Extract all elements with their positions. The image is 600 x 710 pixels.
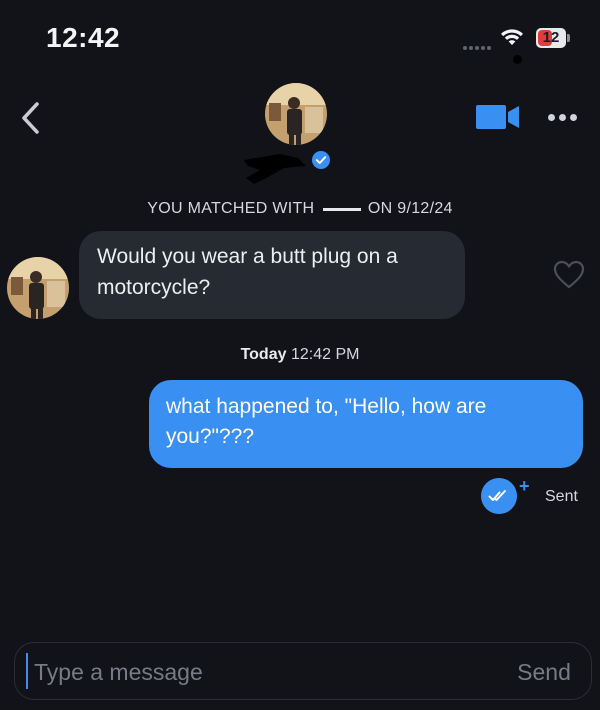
incoming-message-bubble[interactable]: Would you wear a butt plug on a motorcyc… bbox=[79, 231, 465, 319]
status-bar: 12:42 12 bbox=[0, 0, 600, 70]
battery-tip bbox=[567, 34, 570, 42]
match-avatar[interactable] bbox=[265, 83, 327, 145]
plus-icon[interactable]: + bbox=[519, 476, 530, 497]
timestamp-time: 12:42 PM bbox=[290, 346, 360, 363]
heart-icon[interactable] bbox=[553, 260, 585, 290]
match-banner: YOU MATCHED WITH ON 9/12/24 bbox=[0, 200, 600, 218]
status-time: 12:42 bbox=[46, 22, 121, 53]
back-chevron-icon[interactable] bbox=[16, 100, 46, 136]
redacted-match-name bbox=[244, 154, 306, 184]
front-camera bbox=[513, 55, 522, 64]
more-dots-icon[interactable] bbox=[548, 108, 588, 128]
video-camera-icon[interactable] bbox=[476, 102, 520, 132]
incoming-message-text: Would you wear a butt plug on a motorcyc… bbox=[97, 245, 398, 299]
message-timestamp: Today 12:42 PM bbox=[0, 346, 600, 364]
match-banner-suffix: ON 9/12/24 bbox=[367, 200, 453, 217]
outgoing-message-bubble[interactable]: what happened to, "Hello, how are you?"?… bbox=[149, 380, 583, 468]
message-input[interactable] bbox=[34, 654, 474, 690]
cellular-signal-icon bbox=[463, 37, 493, 50]
redacted-name-bar bbox=[319, 201, 364, 216]
incoming-sender-avatar[interactable] bbox=[7, 257, 69, 319]
battery-level: 12 bbox=[542, 29, 560, 46]
message-status: Sent bbox=[545, 488, 578, 505]
battery-icon: 12 bbox=[536, 28, 566, 48]
outgoing-message-text: what happened to, "Hello, how are you?"?… bbox=[166, 395, 487, 448]
match-banner-prefix: YOU MATCHED WITH bbox=[147, 200, 315, 217]
timestamp-day: Today bbox=[240, 346, 287, 363]
send-button[interactable]: Send bbox=[508, 654, 580, 690]
wifi-icon bbox=[501, 29, 523, 45]
chat-screen: 12:42 12 YOU MATCHED WITH ON 9/12/24 Wou… bbox=[0, 0, 600, 710]
verified-badge-icon bbox=[312, 151, 330, 169]
read-receipt-icon[interactable] bbox=[481, 478, 517, 514]
text-cursor bbox=[26, 653, 28, 689]
